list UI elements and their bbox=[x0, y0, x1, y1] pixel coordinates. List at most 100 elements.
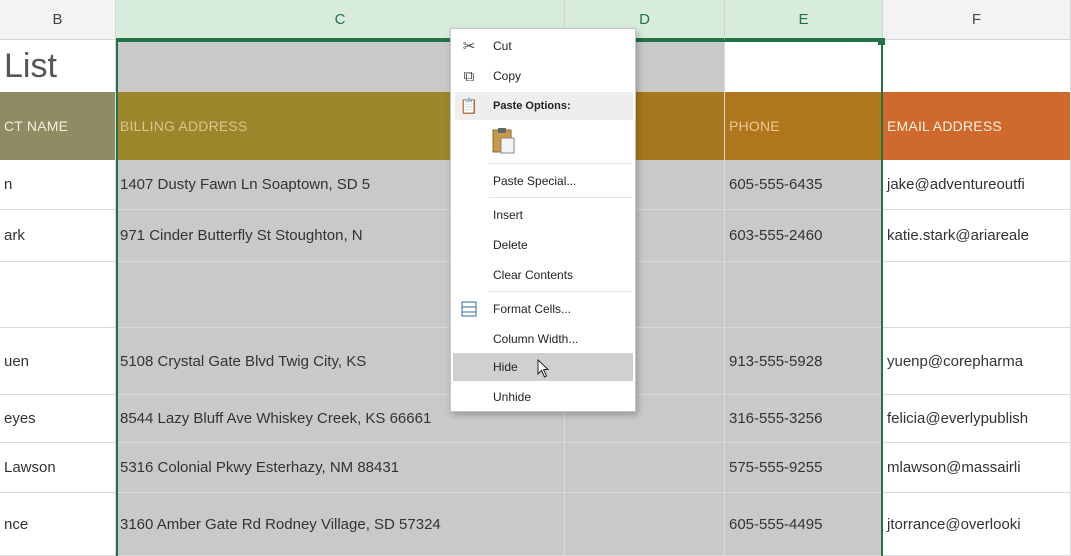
cell-value: felicia@everlypublish bbox=[887, 410, 1029, 427]
cell-value: 3160 Amber Gate Rd Rodney Village, SD 57… bbox=[120, 515, 441, 533]
cell-c[interactable]: 5316 Colonial Pkwy Esterhazy, NM 88431 bbox=[116, 443, 565, 493]
menu-label: Paste Special... bbox=[493, 174, 577, 188]
cell-e[interactable] bbox=[725, 262, 883, 328]
menu-item-delete[interactable]: Delete bbox=[451, 231, 635, 259]
menu-label: Paste Options: bbox=[493, 100, 571, 112]
menu-item-column-width[interactable]: Column Width... bbox=[451, 325, 635, 353]
cell-value: eyes bbox=[4, 410, 36, 427]
menu-separator bbox=[489, 197, 633, 198]
cell-value: 575-555-9255 bbox=[729, 459, 823, 476]
menu-label: Copy bbox=[493, 69, 522, 83]
cell-value: ark bbox=[4, 227, 25, 244]
cell-value: 5316 Colonial Pkwy Esterhazy, NM 88431 bbox=[120, 459, 400, 476]
cell-b[interactable]: Lawson bbox=[0, 443, 116, 493]
cell-f[interactable]: jake@adventureoutfi bbox=[883, 160, 1071, 210]
sheet-title-cell[interactable]: List bbox=[0, 40, 116, 92]
cell-f[interactable]: jtorrance@overlooki bbox=[883, 493, 1071, 556]
header-label: PHONE bbox=[729, 118, 780, 134]
menu-item-hide[interactable]: Hide bbox=[453, 353, 633, 381]
cell-value: n bbox=[4, 176, 13, 193]
cell-value: 5108 Crystal Gate Blvd Twig City, KS bbox=[120, 352, 367, 370]
cell-b[interactable]: uen bbox=[0, 328, 116, 395]
cell-value: mlawson@massairli bbox=[887, 459, 1021, 476]
cell-b[interactable]: nce bbox=[0, 493, 116, 556]
menu-item-paste-options: 📋 Paste Options: bbox=[455, 92, 633, 120]
cell[interactable] bbox=[883, 40, 1071, 92]
context-menu: ✂ Cut ⧉ Copy 📋 Paste Options: Paste Spec… bbox=[450, 28, 636, 412]
column-header-e[interactable]: E bbox=[725, 0, 883, 40]
cell-b[interactable] bbox=[0, 262, 116, 328]
cell-value: Lawson bbox=[4, 459, 56, 476]
cell-d[interactable] bbox=[565, 443, 725, 493]
cell-e[interactable]: 603-555-2460 bbox=[725, 210, 883, 262]
menu-label: Clear Contents bbox=[493, 268, 574, 282]
cell-e[interactable]: 913-555-5928 bbox=[725, 328, 883, 395]
cell-value: 1407 Dusty Fawn Ln Soaptown, SD 5 bbox=[120, 176, 371, 193]
paste-button[interactable] bbox=[489, 125, 519, 155]
cell-value: 605-555-6435 bbox=[729, 176, 823, 193]
cell[interactable] bbox=[725, 40, 883, 92]
cell-f[interactable]: yuenp@corepharma bbox=[883, 328, 1071, 395]
mouse-pointer-icon bbox=[537, 359, 550, 378]
cell-e[interactable]: 575-555-9255 bbox=[725, 443, 883, 493]
menu-item-insert[interactable]: Insert bbox=[451, 201, 635, 229]
column-letter: F bbox=[971, 11, 982, 28]
sheet-title: List bbox=[4, 46, 57, 85]
cell-b[interactable]: eyes bbox=[0, 395, 116, 443]
cell-value: 316-555-3256 bbox=[729, 410, 823, 427]
menu-label: Hide bbox=[493, 360, 518, 374]
cell-f[interactable] bbox=[883, 262, 1071, 328]
cell-c[interactable]: 3160 Amber Gate Rd Rodney Village, SD 57… bbox=[116, 493, 565, 556]
menu-label: Delete bbox=[493, 238, 528, 252]
header-label: BILLING ADDRESS bbox=[120, 118, 248, 134]
column-letter: D bbox=[639, 10, 650, 28]
cell-value: jake@adventureoutfi bbox=[887, 176, 1025, 193]
clipboard-icon bbox=[492, 128, 515, 154]
menu-item-format-cells[interactable]: Format Cells... bbox=[451, 295, 635, 323]
cell-e[interactable]: 605-555-6435 bbox=[725, 160, 883, 210]
cell-b[interactable]: n bbox=[0, 160, 116, 210]
cell-value: 8544 Lazy Bluff Ave Whiskey Creek, KS 66… bbox=[120, 410, 432, 427]
menu-separator bbox=[489, 163, 633, 164]
header-label: EMAIL ADDRESS bbox=[887, 118, 1002, 134]
cell-d[interactable] bbox=[565, 493, 725, 556]
cell-f[interactable]: felicia@everlypublish bbox=[883, 395, 1071, 443]
header-email-address[interactable]: EMAIL ADDRESS bbox=[883, 92, 1071, 160]
header-phone[interactable]: PHONE bbox=[725, 92, 883, 160]
column-header-b[interactable]: B bbox=[0, 0, 116, 40]
cell-value: katie.stark@ariareale bbox=[887, 227, 1029, 244]
cell-b[interactable]: ark bbox=[0, 210, 116, 262]
cell-value: 913-555-5928 bbox=[729, 352, 823, 370]
menu-item-clear-contents[interactable]: Clear Contents bbox=[451, 261, 635, 289]
menu-label: Unhide bbox=[493, 390, 532, 404]
format-cells-icon bbox=[459, 299, 479, 319]
header-contact-name[interactable]: CT NAME bbox=[0, 92, 116, 160]
cell-value: nce bbox=[4, 515, 29, 533]
copy-icon: ⧉ bbox=[463, 67, 475, 85]
cell-value: 605-555-4495 bbox=[729, 515, 823, 533]
menu-item-paste-special[interactable]: Paste Special... bbox=[451, 167, 635, 195]
menu-label: Cut bbox=[493, 39, 512, 53]
menu-item-unhide[interactable]: Unhide bbox=[451, 383, 635, 411]
menu-item-copy[interactable]: ⧉ Copy bbox=[451, 62, 635, 90]
cell-f[interactable]: mlawson@massairli bbox=[883, 443, 1071, 493]
cell-value: 971 Cinder Butterfly St Stoughton, N bbox=[120, 227, 363, 244]
menu-separator bbox=[489, 291, 633, 292]
cell-value: 603-555-2460 bbox=[729, 227, 823, 244]
cell-value: yuenp@corepharma bbox=[887, 352, 1024, 370]
cell-f[interactable]: katie.stark@ariareale bbox=[883, 210, 1071, 262]
header-label: CT NAME bbox=[4, 118, 69, 134]
column-letter: C bbox=[334, 10, 346, 28]
column-letter: E bbox=[798, 10, 809, 28]
cell-value: uen bbox=[4, 352, 30, 370]
cell-e[interactable]: 605-555-4495 bbox=[725, 493, 883, 556]
fill-handle[interactable] bbox=[878, 38, 885, 45]
cell-value: jtorrance@overlooki bbox=[887, 515, 1021, 533]
menu-item-cut[interactable]: ✂ Cut bbox=[451, 32, 635, 60]
paste-icon: 📋 bbox=[459, 98, 479, 115]
cell-e[interactable]: 316-555-3256 bbox=[725, 395, 883, 443]
menu-label: Format Cells... bbox=[493, 302, 572, 316]
column-letter: B bbox=[52, 11, 63, 28]
scissors-icon: ✂ bbox=[462, 38, 476, 55]
column-header-f[interactable]: F bbox=[883, 0, 1071, 40]
